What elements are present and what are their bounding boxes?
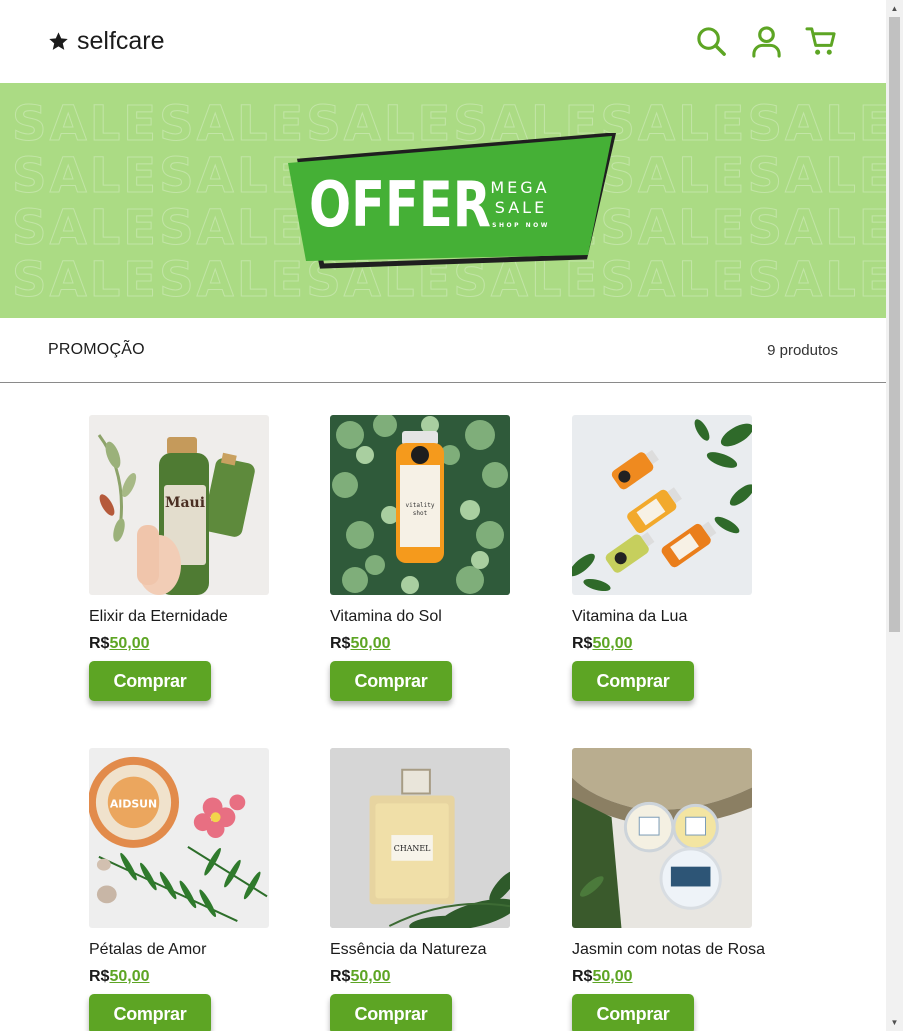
product-image[interactable]: AIDSUN: [89, 748, 269, 928]
product-price: R$50,00: [572, 967, 772, 987]
brand-name: selfcare: [77, 27, 165, 55]
svg-text:CHANEL: CHANEL: [394, 844, 431, 853]
buy-button[interactable]: Comprar: [89, 994, 211, 1031]
brand-logo[interactable]: selfcare: [48, 27, 165, 56]
product-name[interactable]: Vitamina da Lua: [572, 607, 772, 627]
product-image[interactable]: vitality shot: [330, 415, 510, 595]
page: selfcare SALESALESALESALESALESALE SALE SA…: [0, 0, 886, 1031]
product-count: 9 produtos: [767, 341, 838, 359]
price-value[interactable]: 50,00: [592, 635, 632, 652]
product-image[interactable]: CHANEL: [330, 748, 510, 928]
cart-icon[interactable]: [805, 25, 838, 58]
buy-button[interactable]: Comprar: [330, 994, 452, 1031]
product-name[interactable]: Jasmin com notas de Rosa: [572, 940, 772, 960]
price-value[interactable]: 50,00: [109, 635, 149, 652]
product-card: Jasmin com notas de Rosa R$50,00 Comprar: [572, 748, 772, 1031]
currency-label: R$: [330, 635, 351, 652]
mega-text: MEGA: [490, 178, 549, 197]
user-icon[interactable]: [750, 25, 783, 58]
currency-label: R$: [572, 635, 593, 652]
currency-label: R$: [572, 968, 593, 985]
header-actions: [695, 25, 838, 58]
price-value[interactable]: 50,00: [592, 968, 632, 985]
product-price: R$50,00: [89, 967, 289, 987]
currency-label: R$: [89, 968, 110, 985]
product-card: Maui Elixir da Eternidade R$50,00 Compra…: [89, 415, 289, 701]
buy-button[interactable]: Comprar: [330, 661, 452, 701]
product-name[interactable]: Essência da Natureza: [330, 940, 530, 960]
svg-text:vitality: vitality: [406, 502, 435, 509]
product-name[interactable]: Vitamina do Sol: [330, 607, 530, 627]
currency-label: R$: [330, 968, 351, 985]
currency-label: R$: [89, 635, 110, 652]
buy-button[interactable]: Comprar: [89, 661, 211, 701]
product-image[interactable]: [572, 415, 752, 595]
svg-text:AIDSUN: AIDSUN: [110, 797, 157, 810]
scroll-down-arrow[interactable]: ▼: [886, 1014, 903, 1031]
product-name[interactable]: Pétalas de Amor: [89, 940, 289, 960]
product-image[interactable]: [572, 748, 752, 928]
star-icon: [49, 32, 68, 50]
svg-text:Maui: Maui: [165, 495, 205, 511]
promo-banner[interactable]: SALESALESALESALESALESALE SALE SALESALESAL…: [0, 83, 886, 318]
offer-text: OFFER: [309, 170, 491, 242]
buy-button[interactable]: Comprar: [572, 994, 694, 1031]
search-icon[interactable]: [695, 25, 728, 58]
sale-text: SALE: [495, 198, 547, 217]
product-image[interactable]: Maui: [89, 415, 269, 595]
price-value[interactable]: 50,00: [350, 968, 390, 985]
scrollbar-thumb[interactable]: [889, 17, 900, 632]
section-title: PROMOÇÃO: [48, 341, 145, 358]
product-card: CHANEL Essência da Natureza R$50,00 Comp…: [330, 748, 530, 1031]
scroll-up-arrow[interactable]: ▲: [886, 0, 903, 17]
product-card: AIDSUN Pétalas de Amor R$50,00 Comprar: [89, 748, 289, 1031]
price-value[interactable]: 50,00: [109, 968, 149, 985]
product-price: R$50,00: [572, 634, 772, 654]
offer-badge: OFFER MEGA SALE SHOP NOW: [288, 133, 617, 269]
price-value[interactable]: 50,00: [350, 635, 390, 652]
product-card: Vitamina da Lua R$50,00 Comprar: [572, 415, 772, 701]
vertical-scrollbar[interactable]: ▲ ▼: [886, 0, 903, 1031]
svg-text:shot: shot: [413, 510, 428, 517]
product-price: R$50,00: [330, 967, 530, 987]
product-price: R$50,00: [330, 634, 530, 654]
product-price: R$50,00: [89, 634, 289, 654]
product-card: vitality shot Vitamina do Sol R$50,00 Co…: [330, 415, 530, 701]
shop-now-text: SHOP NOW: [492, 222, 550, 229]
buy-button[interactable]: Comprar: [572, 661, 694, 701]
product-name[interactable]: Elixir da Eternidade: [89, 607, 289, 627]
section-header: PROMOÇÃO 9 produtos: [0, 318, 886, 383]
header: selfcare: [0, 0, 886, 83]
